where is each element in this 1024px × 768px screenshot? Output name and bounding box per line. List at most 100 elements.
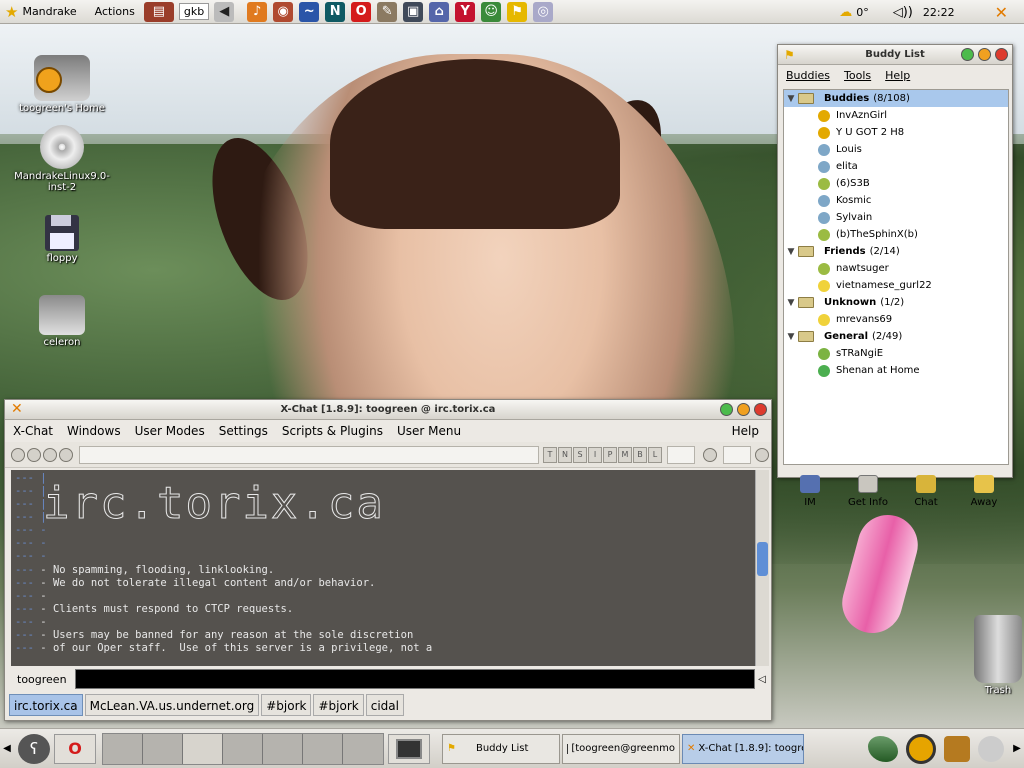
channel-tab[interactable]: irc.torix.ca — [9, 694, 83, 716]
actions-menu-button[interactable]: Actions — [90, 1, 140, 23]
speaker-icon[interactable]: ◀ — [214, 1, 235, 22]
buddy-row[interactable]: InvAznGirl — [784, 107, 1008, 124]
desktop-icon-home[interactable]: toogreen's Home — [14, 55, 110, 114]
buddy-row[interactable]: elita — [784, 158, 1008, 175]
yahoo-messenger-icon[interactable]: Y — [455, 1, 476, 22]
minimize-button[interactable] — [720, 403, 733, 416]
away-button[interactable]: Away — [956, 475, 1012, 508]
expand-triangle-icon[interactable]: ▼ — [784, 332, 798, 342]
workspace-6[interactable] — [303, 733, 343, 764]
buddy-group-row[interactable]: ▼ General (2/49) — [784, 328, 1008, 345]
toolbar-arrow-icon[interactable] — [755, 447, 769, 462]
menu-tools[interactable]: Tools — [844, 69, 871, 82]
message-input[interactable] — [75, 669, 755, 689]
buddy-row[interactable]: Kosmic — [784, 192, 1008, 209]
terminal-icon[interactable]: ▣ — [403, 1, 424, 22]
menu-help[interactable]: Help — [885, 69, 910, 82]
logout-x-icon[interactable]: ✕ — [995, 3, 1008, 22]
user-list-toggle-icon[interactable] — [703, 447, 717, 462]
menu-buddies[interactable]: Buddies — [786, 69, 830, 82]
workspace-4[interactable] — [223, 733, 263, 764]
channel-tab[interactable]: cidal — [365, 694, 404, 716]
netscape-icon[interactable]: N — [325, 1, 346, 22]
input-options-icon[interactable]: ◁ — [755, 674, 769, 685]
workspace-3[interactable] — [183, 733, 223, 764]
channel-tab[interactable]: #bjork — [261, 694, 312, 716]
menu-help[interactable]: Help — [732, 424, 759, 438]
get-info-button[interactable]: Get Info — [840, 475, 896, 508]
buddy-group-row[interactable]: ▼ Buddies (8/108) — [784, 90, 1008, 107]
gnome-foot-icon[interactable]: ʕ — [18, 733, 50, 764]
maximize-button[interactable] — [737, 403, 750, 416]
menu-settings[interactable]: Settings — [219, 424, 268, 438]
workspace-pager[interactable] — [102, 732, 384, 765]
show-desktop-button[interactable] — [388, 733, 430, 764]
channel-mode-button[interactable]: I — [588, 446, 602, 463]
channel-mode-button[interactable]: S — [573, 446, 587, 463]
menu-scripts-plugins[interactable]: Scripts & Plugins — [282, 424, 383, 438]
minimize-button[interactable] — [961, 48, 974, 61]
chat-scrollbar[interactable] — [755, 470, 769, 666]
buddy-group-row[interactable]: ▼ Unknown (1/2) — [784, 294, 1008, 311]
media-player-icon[interactable]: ♪ — [247, 1, 268, 22]
channel-mode-button[interactable]: P — [603, 446, 617, 463]
buddy-row[interactable]: nawtsuger — [784, 260, 1008, 277]
channel-mode-button[interactable]: B — [633, 446, 647, 463]
buddy-row[interactable]: mrevans69 — [784, 311, 1008, 328]
channel-mode-button[interactable]: L — [648, 446, 662, 463]
workspace-1[interactable] — [103, 733, 143, 764]
task-buddy-list[interactable]: ⚑ Buddy List — [442, 733, 560, 764]
close-tab-icon[interactable] — [11, 447, 25, 462]
opera-launcher-icon[interactable]: O — [68, 739, 82, 758]
scrollbar-thumb[interactable] — [757, 542, 768, 576]
channel-limit-field[interactable] — [667, 445, 695, 464]
mandrake-menu-button[interactable]: ★ Mandrake — [0, 1, 82, 23]
buddy-row[interactable]: sTRaNgiE — [784, 345, 1008, 362]
desktop-icon-trash[interactable]: Trash — [950, 615, 1024, 696]
desktop-icon-network[interactable]: celeron — [14, 295, 110, 348]
im-button[interactable]: IM — [782, 475, 838, 508]
topic-field[interactable] — [79, 445, 539, 464]
expand-triangle-icon[interactable]: ▼ — [784, 247, 798, 257]
buddy-list-titlebar[interactable]: ⚑ Buddy List — [778, 45, 1012, 65]
buddy-row[interactable]: Louis — [784, 141, 1008, 158]
expand-triangle-icon[interactable]: ▼ — [784, 94, 798, 104]
workspace-7[interactable] — [343, 733, 383, 764]
book-icon[interactable]: ▤ — [143, 1, 174, 22]
chat-text-area[interactable]: irc.torix.ca --- | --- | --- | --- | ---… — [11, 470, 755, 666]
clock[interactable]: 22:22 — [923, 6, 955, 19]
messenger-people-icon[interactable]: ☺ — [481, 1, 502, 22]
file-manager-icon[interactable]: ⌂ — [429, 1, 450, 22]
tray-clock-icon[interactable] — [906, 733, 936, 764]
nick-button[interactable]: toogreen — [11, 673, 75, 686]
menu-user-menu[interactable]: User Menu — [397, 424, 461, 438]
workspace-2[interactable] — [143, 733, 183, 764]
menu-windows[interactable]: Windows — [67, 424, 121, 438]
openoffice-icon[interactable]: ~ — [299, 1, 320, 22]
channel-mode-button[interactable]: M — [618, 446, 632, 463]
buddy-row[interactable]: (b)TheSphinX(b) — [784, 226, 1008, 243]
buddy-row[interactable]: vietnamese_gurl22 — [784, 277, 1008, 294]
buddy-row[interactable]: Sylvain — [784, 209, 1008, 226]
volume-icon[interactable]: ◁)) — [893, 5, 913, 20]
channel-mode-button[interactable]: T — [543, 446, 557, 463]
expand-triangle-icon[interactable]: ▼ — [784, 298, 798, 308]
eye-icon[interactable]: ◉ — [273, 1, 294, 22]
close-button[interactable] — [754, 403, 767, 416]
task-xchat[interactable]: ✕ X-Chat [1.8.9]: toogre — [682, 733, 804, 764]
desktop-icon-cdrom[interactable]: MandrakeLinux9.0-inst-2 — [14, 125, 110, 193]
chat-button[interactable]: Chat — [898, 475, 954, 508]
key-field[interactable] — [723, 445, 751, 464]
xchat-titlebar[interactable]: ✕ X-Chat [1.8.9]: toogreen @ irc.torix.c… — [5, 400, 771, 420]
opera-icon[interactable]: O — [351, 1, 372, 22]
channel-mode-button[interactable]: N — [558, 446, 572, 463]
tray-volume-icon[interactable] — [944, 735, 970, 762]
channel-tab[interactable]: McLean.VA.us.undernet.org — [84, 694, 260, 716]
buddy-group-row[interactable]: ▼ Friends (2/14) — [784, 243, 1008, 260]
panel-left-arrow-icon[interactable]: ◀ — [0, 743, 14, 754]
cd-player-icon[interactable]: ◎ — [533, 1, 554, 22]
tray-bird-icon[interactable] — [868, 735, 898, 762]
maximize-button[interactable] — [978, 48, 991, 61]
tray-theater-masks-icon[interactable] — [978, 735, 1004, 762]
aim-icon[interactable]: ⚑ — [507, 1, 528, 22]
